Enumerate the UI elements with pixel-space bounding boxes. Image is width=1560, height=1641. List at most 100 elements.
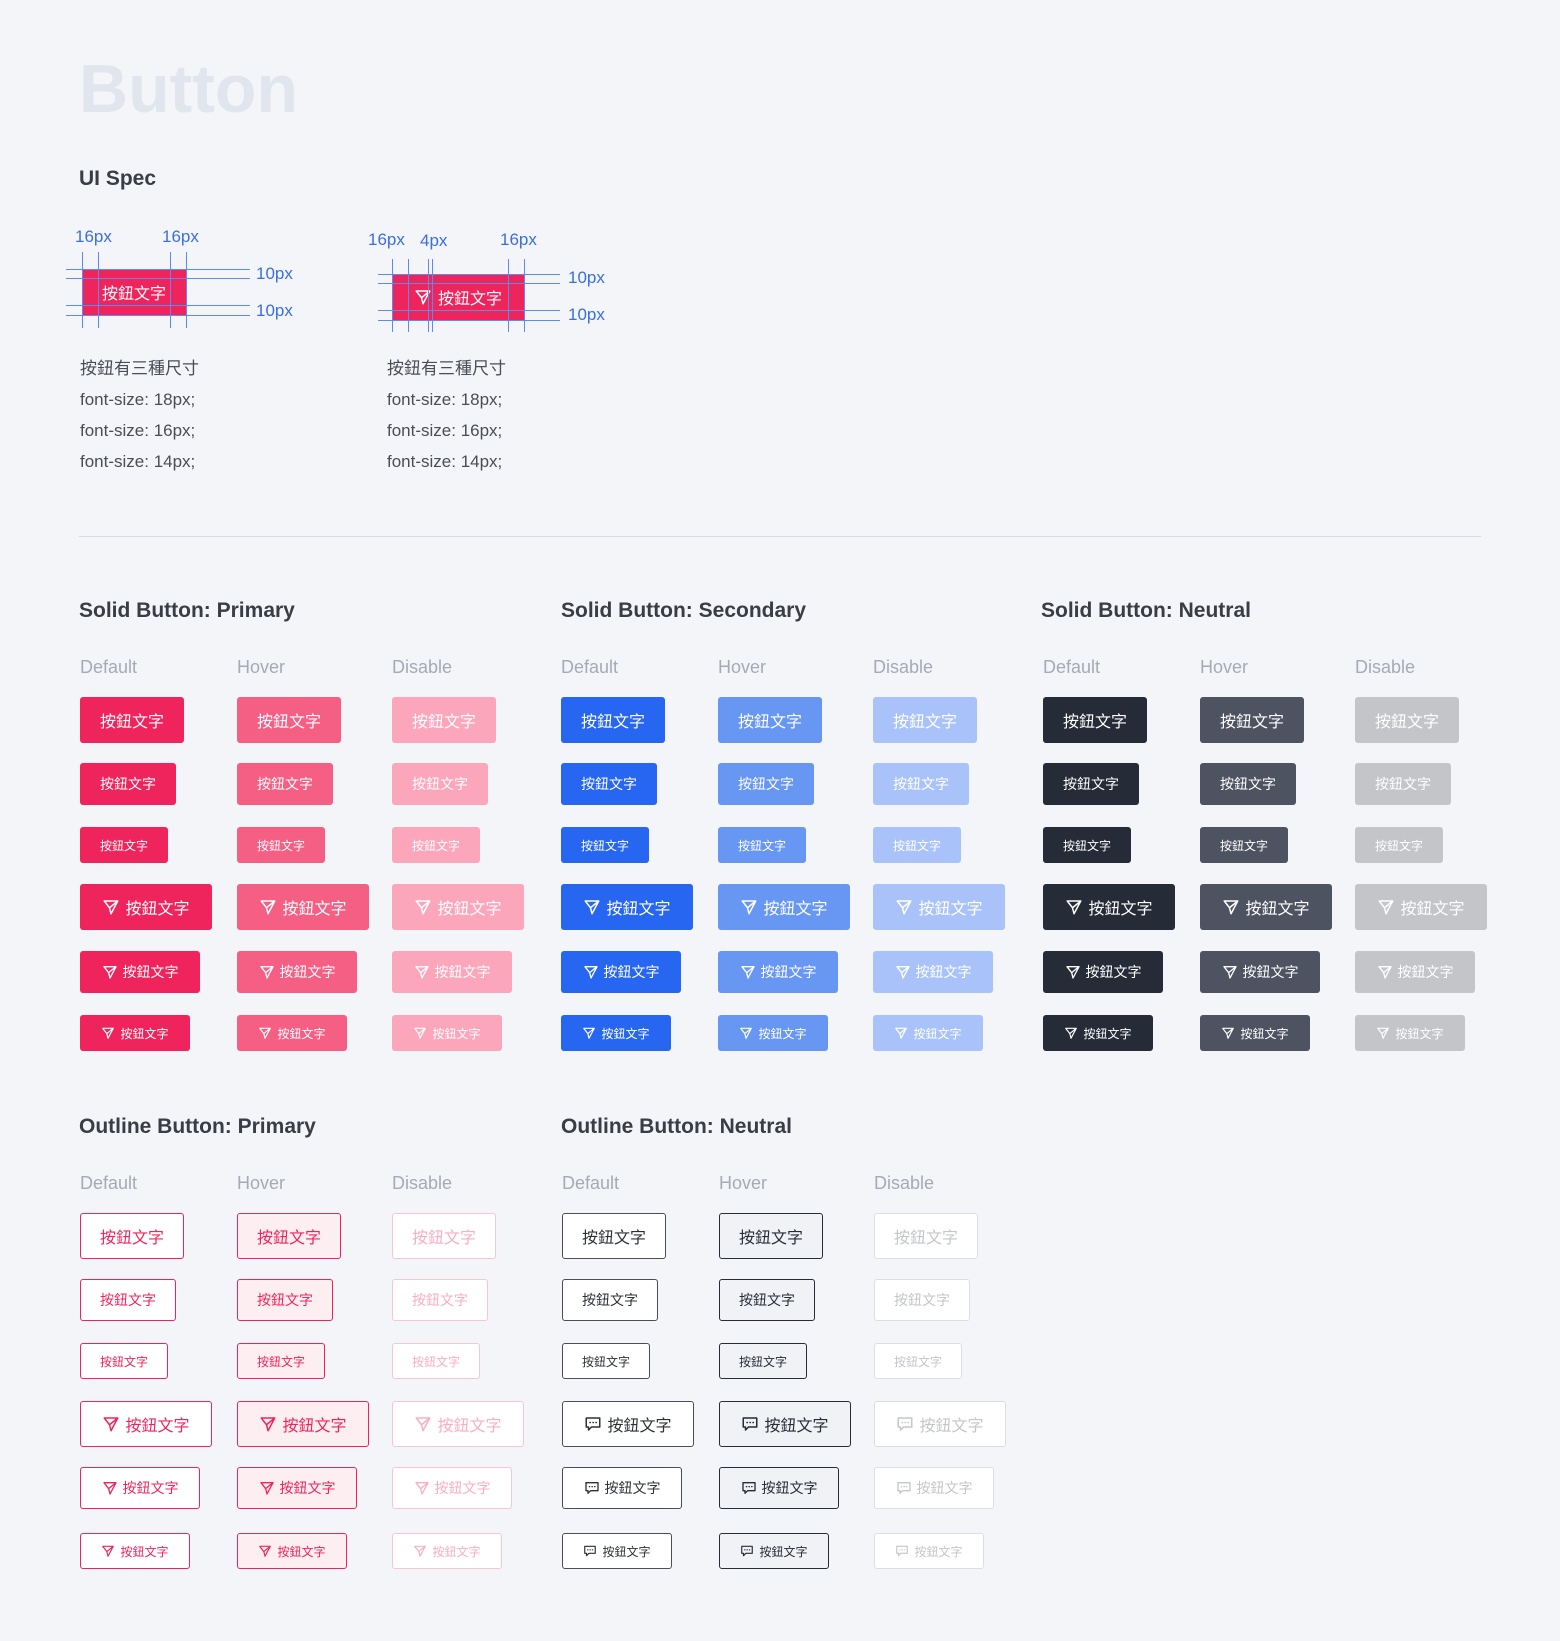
icon-button-default[interactable]: 按鈕文字 [561, 951, 681, 993]
button-default[interactable]: 按鈕文字 [1043, 697, 1147, 743]
send-icon [102, 1482, 117, 1495]
button-default[interactable]: 按鈕文字 [561, 827, 649, 863]
button-default[interactable]: 按鈕文字 [561, 763, 657, 805]
state-label-disable: Disable [392, 657, 453, 677]
button-hover[interactable]: 按鈕文字 [718, 697, 822, 743]
button-label: 按鈕文字 [738, 777, 794, 793]
button-hover[interactable]: 按鈕文字 [237, 827, 325, 863]
button-hover[interactable]: 按鈕文字 [719, 1213, 823, 1259]
button-hover[interactable]: 按鈕文字 [237, 1213, 341, 1259]
button-disable: 按鈕文字 [873, 697, 977, 743]
button-default[interactable]: 按鈕文字 [1043, 827, 1131, 863]
button-hover[interactable]: 按鈕文字 [719, 1343, 807, 1379]
icon-button-hover[interactable]: 按鈕文字 [719, 1467, 839, 1509]
button-label: 按鈕文字 [412, 777, 468, 793]
spec-note: font-size: 16px; [80, 421, 196, 440]
button-default[interactable]: 按鈕文字 [1043, 763, 1139, 805]
icon-button-default[interactable]: 按鈕文字 [562, 1467, 682, 1509]
icon-button-default[interactable]: 按鈕文字 [80, 951, 200, 993]
guide-line [378, 274, 560, 275]
button-default[interactable]: 按鈕文字 [561, 697, 665, 743]
icon-button-disable: 按鈕文字 [392, 951, 512, 993]
guide-line [82, 252, 83, 328]
icon-button-default[interactable]: 按鈕文字 [1043, 951, 1163, 993]
icon-button-default[interactable]: 按鈕文字 [80, 1401, 212, 1447]
button-label: 按鈕文字 [99, 712, 164, 731]
icon-button-disable: 按鈕文字 [873, 951, 993, 993]
icon-button-default[interactable]: 按鈕文字 [80, 1467, 200, 1509]
send-icon [414, 1545, 427, 1557]
icon-button-default[interactable]: 按鈕文字 [80, 1533, 190, 1569]
button-disable: 按鈕文字 [1355, 763, 1451, 805]
icon-button-hover[interactable]: 按鈕文字 [237, 1467, 357, 1509]
icon-button-default[interactable]: 按鈕文字 [562, 1533, 672, 1569]
send-icon [102, 966, 117, 979]
icon-button-disable: 按鈕文字 [874, 1533, 984, 1569]
button-hover[interactable]: 按鈕文字 [1200, 697, 1304, 743]
icon-button-default[interactable]: 按鈕文字 [562, 1401, 694, 1447]
button-disable: 按鈕文字 [392, 763, 488, 805]
button-label: 按鈕文字 [99, 1354, 148, 1369]
padding-right-label: 16px [162, 227, 199, 246]
button-hover[interactable]: 按鈕文字 [1200, 827, 1288, 863]
button-disable: 按鈕文字 [392, 827, 480, 863]
button-default[interactable]: 按鈕文字 [80, 827, 168, 863]
button-hover[interactable]: 按鈕文字 [718, 827, 806, 863]
icon-button-hover[interactable]: 按鈕文字 [237, 1015, 347, 1051]
icon-button-disable: 按鈕文字 [392, 1467, 512, 1509]
icon-button-hover[interactable]: 按鈕文字 [1200, 884, 1332, 930]
button-hover[interactable]: 按鈕文字 [237, 1279, 333, 1321]
icon-button-default[interactable]: 按鈕文字 [1043, 884, 1175, 930]
spec-button-label: 按鈕文字 [101, 284, 166, 303]
button-hover[interactable]: 按鈕文字 [237, 763, 333, 805]
button-default[interactable]: 按鈕文字 [80, 1213, 184, 1259]
icon-button-disable: 按鈕文字 [392, 1401, 524, 1447]
button-hover[interactable]: 按鈕文字 [718, 763, 814, 805]
button-default[interactable]: 按鈕文字 [80, 697, 184, 743]
icon-button-hover[interactable]: 按鈕文字 [237, 1533, 347, 1569]
icon-button-default[interactable]: 按鈕文字 [1043, 1015, 1153, 1051]
state-label-hover: Hover [1200, 657, 1249, 677]
section-title-outline-neutral: Outline Button: Neutral [561, 1115, 792, 1138]
icon-button-default[interactable]: 按鈕文字 [561, 884, 693, 930]
button-default[interactable]: 按鈕文字 [562, 1343, 650, 1379]
icon-button-hover[interactable]: 按鈕文字 [237, 884, 369, 930]
button-hover[interactable]: 按鈕文字 [719, 1279, 815, 1321]
button-hover[interactable]: 按鈕文字 [237, 1343, 325, 1379]
icon-button-hover[interactable]: 按鈕文字 [719, 1401, 851, 1447]
button-default[interactable]: 按鈕文字 [562, 1279, 658, 1321]
icon-button-default[interactable]: 按鈕文字 [80, 884, 212, 930]
button-label: 按鈕文字 [1063, 777, 1119, 793]
send-icon [741, 900, 757, 915]
icon-button-hover[interactable]: 按鈕文字 [719, 1533, 829, 1569]
button-label: 按鈕文字 [1242, 965, 1299, 981]
button-label: 按鈕文字 [894, 1293, 950, 1309]
icon-button-hover[interactable]: 按鈕文字 [718, 1015, 828, 1051]
button-label: 按鈕文字 [582, 1293, 638, 1309]
icon-button-hover[interactable]: 按鈕文字 [718, 951, 838, 993]
button-default[interactable]: 按鈕文字 [562, 1213, 666, 1259]
spec-button-label: 按鈕文字 [437, 289, 502, 308]
button-default[interactable]: 按鈕文字 [80, 1343, 168, 1379]
button-default[interactable]: 按鈕文字 [80, 1279, 176, 1321]
icon-button-hover[interactable]: 按鈕文字 [237, 951, 357, 993]
icon-button-disable: 按鈕文字 [1355, 1015, 1465, 1051]
button-label: 按鈕文字 [99, 838, 148, 853]
send-icon [740, 966, 755, 979]
icon-button-disable: 按鈕文字 [392, 1015, 502, 1051]
icon-button-default[interactable]: 按鈕文字 [80, 1015, 190, 1051]
button-label: 按鈕文字 [120, 1026, 169, 1041]
icon-button-hover[interactable]: 按鈕文字 [718, 884, 850, 930]
button-label: 按鈕文字 [1240, 1026, 1289, 1041]
button-label: 按鈕文字 [606, 899, 671, 918]
button-disable: 按鈕文字 [874, 1213, 978, 1259]
icon-button-hover[interactable]: 按鈕文字 [1200, 951, 1320, 993]
icon-button-default[interactable]: 按鈕文字 [561, 1015, 671, 1051]
button-disable: 按鈕文字 [874, 1343, 962, 1379]
button-hover[interactable]: 按鈕文字 [1200, 763, 1296, 805]
icon-button-hover[interactable]: 按鈕文字 [237, 1401, 369, 1447]
button-default[interactable]: 按鈕文字 [80, 763, 176, 805]
button-hover[interactable]: 按鈕文字 [237, 697, 341, 743]
icon-button-hover[interactable]: 按鈕文字 [1200, 1015, 1310, 1051]
button-label: 按鈕文字 [737, 838, 786, 853]
